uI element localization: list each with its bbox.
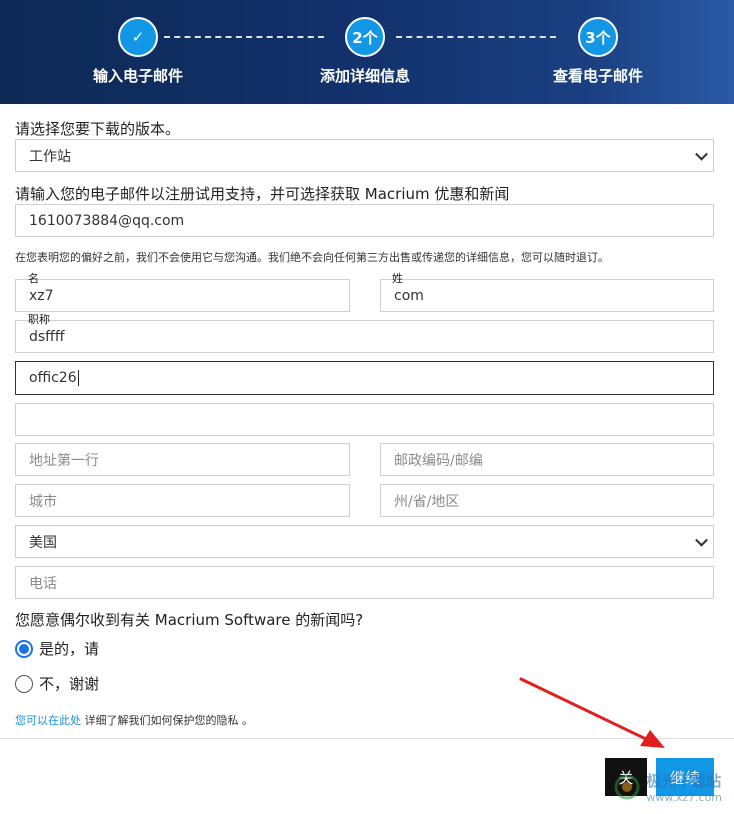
watermark-text: 极光下载站 [646, 772, 722, 790]
email-field-value: 1610073884@qq.com [29, 212, 185, 229]
radio-no[interactable]: 不，谢谢 [15, 673, 99, 694]
first-name-value: xz7 [29, 287, 54, 304]
step-2: 2个 添加详细信息 [285, 17, 445, 86]
step-2-badge: 2个 [345, 17, 385, 57]
chevron-down-icon [695, 533, 708, 547]
phone-field[interactable]: 电话 [15, 566, 714, 599]
address-line1-field[interactable]: 地址第一行 [15, 443, 350, 476]
watermark-url: www.xz7.com [646, 791, 722, 804]
first-name-label: 名 [28, 272, 39, 285]
job-title-value: dsffff [29, 328, 65, 345]
last-name-field[interactable]: com [380, 279, 714, 312]
footer-divider [0, 738, 734, 739]
radio-selected-icon[interactable] [15, 639, 33, 658]
postcode-field[interactable]: 邮政编码/邮编 [380, 443, 714, 476]
version-select-value: 工作站 [29, 148, 71, 165]
first-name-field[interactable]: xz7 [15, 279, 350, 312]
city-field[interactable]: 城市 [15, 484, 350, 517]
watermark: 极光下载站 www.xz7.com [612, 770, 722, 804]
version-question: 请选择您要下载的版本。 [15, 120, 181, 138]
radio-yes[interactable]: 是的，请 [15, 638, 99, 659]
email-field[interactable]: 1610073884@qq.com [15, 204, 714, 237]
radio-unselected-icon[interactable] [15, 674, 33, 693]
company-field[interactable]: offic26 [15, 361, 714, 395]
company-value: offic26 [29, 370, 77, 386]
extra-field[interactable] [15, 403, 714, 436]
job-title-label: 职称 [28, 313, 50, 326]
state-placeholder: 州/省/地区 [394, 493, 460, 510]
state-field[interactable]: 州/省/地区 [380, 484, 714, 517]
watermark-logo-icon [614, 774, 640, 800]
chevron-down-icon [695, 147, 708, 161]
text-cursor [77, 370, 79, 386]
step-3: 3个 查看电子邮件 [518, 17, 678, 86]
step-2-label: 添加详细信息 [319, 67, 410, 85]
radio-yes-label: 是的，请 [39, 640, 100, 658]
privacy-statement: 您可以在此处 详细了解我们如何保护您的隐私 。 [15, 712, 253, 728]
last-name-value: com [394, 287, 424, 304]
privacy-link[interactable]: 您可以在此处 [15, 714, 81, 727]
step-1-check-icon: ✓ [118, 17, 158, 57]
last-name-label: 姓 [392, 272, 403, 285]
phone-placeholder: 电话 [29, 575, 57, 592]
step-3-label: 查看电子邮件 [552, 67, 643, 85]
country-value: 美国 [29, 534, 57, 551]
email-question: 请输入您的电子邮件以注册试用支持，并可选择获取 Macrium 优惠和新闻 [15, 185, 510, 203]
stepper-header: ✓ 输入电子邮件 2个 添加详细信息 3个 查看电子邮件 [0, 0, 734, 104]
step-3-badge: 3个 [578, 17, 618, 57]
country-select[interactable]: 美国 [15, 525, 714, 558]
news-question: 您愿意偶尔收到有关 Macrium Software 的新闻吗? [15, 611, 364, 629]
step-1: ✓ 输入电子邮件 [58, 17, 218, 86]
privacy-note: 在您表明您的偏好之前，我们不会使用它与您沟通。我们绝不会向任何第三方出售或传递您… [15, 251, 609, 264]
privacy-rest: 详细了解我们如何保护您的隐私 。 [81, 714, 253, 727]
radio-no-label: 不，谢谢 [39, 675, 100, 693]
city-placeholder: 城市 [29, 493, 57, 510]
postcode-placeholder: 邮政编码/邮编 [394, 452, 483, 469]
version-select[interactable]: 工作站 [15, 139, 714, 172]
address-placeholder: 地址第一行 [29, 452, 99, 469]
job-title-field[interactable]: dsffff [15, 320, 714, 353]
step-1-label: 输入电子邮件 [92, 67, 183, 85]
